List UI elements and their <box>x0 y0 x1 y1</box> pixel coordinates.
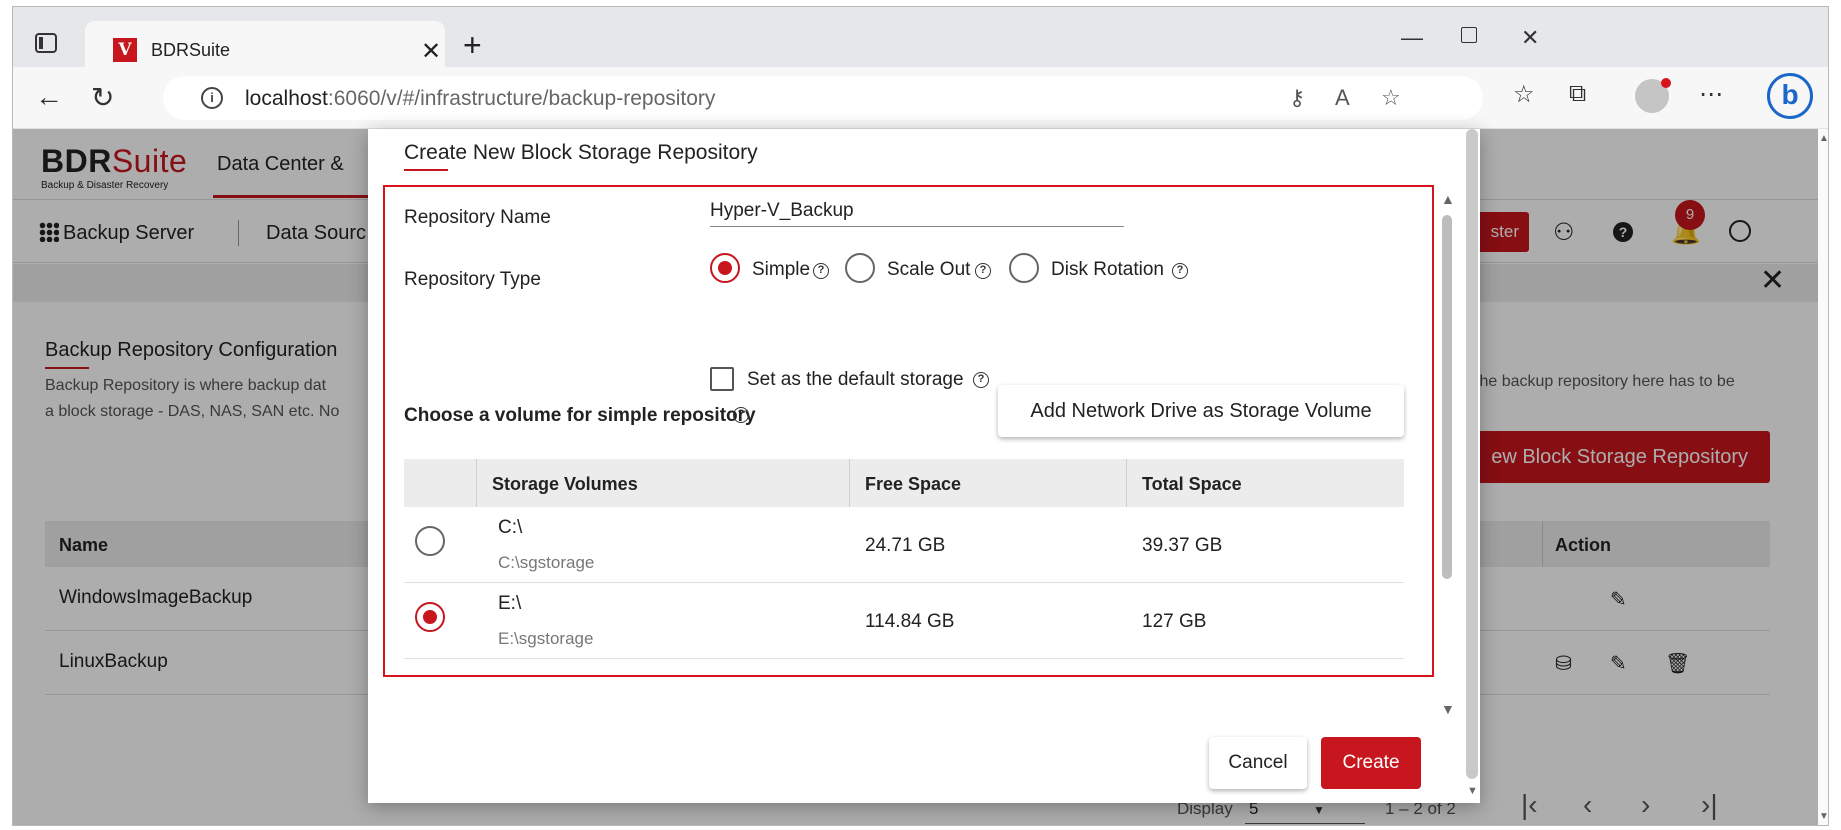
page-scroll-down-icon[interactable]: ▼ <box>1819 811 1828 822</box>
profile-avatar[interactable] <box>1635 78 1671 113</box>
url-host: localhost <box>245 87 328 110</box>
help-question-icon[interactable]: ? <box>973 372 989 388</box>
browser-tab[interactable]: V BDRSuite ✕ <box>85 21 445 67</box>
tab-actions-icon[interactable] <box>35 33 57 53</box>
repository-name-label: Repository Name <box>404 207 551 228</box>
volume-total-space: 39.37 GB <box>1142 535 1223 556</box>
refresh-icon[interactable]: ↻ <box>91 81 114 114</box>
inner-scrollbar-thumb[interactable] <box>1442 215 1452 579</box>
bdrsuite-favicon-icon: V <box>113 38 137 62</box>
back-arrow-icon[interactable]: ← <box>35 81 63 113</box>
default-storage-checkbox[interactable] <box>710 367 734 391</box>
add-network-drive-button[interactable]: Add Network Drive as Storage Volume <box>998 385 1404 437</box>
radio-disk-rotation-label[interactable]: Disk Rotation <box>1051 259 1164 281</box>
radio-scale-out[interactable] <box>845 253 875 283</box>
column-header-storage-volumes: Storage Volumes <box>492 474 638 494</box>
volume-free-space: 24.71 GB <box>865 535 946 556</box>
new-tab-icon[interactable]: + <box>463 27 482 64</box>
browser-titlebar: V BDRSuite ✕ + — ✕ <box>13 7 1828 67</box>
help-question-icon[interactable]: ? <box>813 263 829 279</box>
table-row[interactable]: E:\ E:\sgstorage 114.84 GB 127 GB <box>404 583 1404 659</box>
create-repository-dialog: Create New Block Storage Repository Repo… <box>368 129 1480 803</box>
site-info-icon[interactable]: i <box>201 87 223 109</box>
tab-close-icon[interactable]: ✕ <box>421 37 441 66</box>
choose-volume-label: Choose a volume for simple repository <box>404 405 756 426</box>
radio-simple[interactable] <box>710 253 740 283</box>
browser-window: V BDRSuite ✕ + — ✕ ← ↻ i localhost:6060/… <box>12 6 1829 826</box>
browser-toolbar: ← ↻ i localhost:6060/v/#/infrastructure/… <box>13 67 1828 129</box>
header-divider <box>849 459 850 507</box>
column-header-free-space: Free Space <box>865 474 962 494</box>
help-question-icon[interactable]: ? <box>1172 263 1188 279</box>
volume-path: E:\sgstorage <box>498 629 594 648</box>
repository-type-label: Repository Type <box>404 269 541 290</box>
collections-icon[interactable]: ⧉ <box>1569 80 1586 108</box>
radio-disk-rotation[interactable] <box>1009 253 1039 283</box>
maximize-icon[interactable] <box>1461 27 1477 43</box>
header-divider <box>476 459 477 507</box>
volume-radio[interactable] <box>415 526 445 556</box>
volume-table-header: Storage Volumes Free Space Total Space <box>404 459 1404 507</box>
bing-chat-icon[interactable]: b <box>1767 73 1813 119</box>
volume-drive: C:\ <box>498 517 523 538</box>
volume-radio[interactable] <box>415 602 445 632</box>
header-divider <box>1126 459 1127 507</box>
more-options-icon[interactable]: ⋯ <box>1699 80 1723 109</box>
minimize-icon[interactable]: — <box>1401 25 1423 51</box>
help-question-icon[interactable]: ? <box>733 407 749 423</box>
column-header-total-space: Total Space <box>1142 474 1242 494</box>
dialog-title: Create New Block Storage Repository <box>404 141 758 164</box>
tab-title: BDRSuite <box>151 40 231 60</box>
default-storage-label[interactable]: Set as the default storage <box>747 369 964 391</box>
window-close-icon[interactable]: ✕ <box>1521 25 1539 51</box>
radio-simple-label[interactable]: Simple <box>752 259 810 281</box>
page-scroll-up-icon[interactable]: ▲ <box>1819 133 1828 144</box>
radio-scale-out-label[interactable]: Scale Out <box>887 259 970 281</box>
volume-free-space: 114.84 GB <box>865 611 955 632</box>
key-icon[interactable]: ⚷ <box>1289 85 1305 111</box>
url-text[interactable]: localhost:6060/v/#/infrastructure/backup… <box>245 87 715 111</box>
url-path: :6060/v/#/infrastructure/backup-reposito… <box>327 87 716 110</box>
address-bar[interactable]: i localhost:6060/v/#/infrastructure/back… <box>163 76 1483 120</box>
inner-scroll-down-icon[interactable]: ▼ <box>1441 701 1455 717</box>
volume-drive: E:\ <box>498 593 522 614</box>
page-scrollbar[interactable] <box>1818 129 1828 825</box>
dialog-title-underline <box>404 169 448 171</box>
create-button[interactable]: Create <box>1321 737 1421 789</box>
read-aloud-icon[interactable]: A <box>1335 85 1350 111</box>
volume-total-space: 127 GB <box>1142 611 1207 632</box>
table-row[interactable]: C:\ C:\sgstorage 24.71 GB 39.37 GB <box>404 507 1404 583</box>
volume-path: C:\sgstorage <box>498 553 595 572</box>
add-favorite-icon[interactable]: ☆ <box>1381 85 1401 111</box>
favorites-icon[interactable]: ☆ <box>1513 80 1535 109</box>
dialog-scrollbar-thumb[interactable] <box>1466 129 1478 779</box>
inner-scroll-up-icon[interactable]: ▲ <box>1441 191 1455 207</box>
dialog-scroll-down-icon[interactable]: ▼ <box>1467 785 1478 797</box>
cancel-button[interactable]: Cancel <box>1209 737 1307 789</box>
help-question-icon[interactable]: ? <box>975 263 991 279</box>
repository-name-input[interactable] <box>710 195 1124 227</box>
